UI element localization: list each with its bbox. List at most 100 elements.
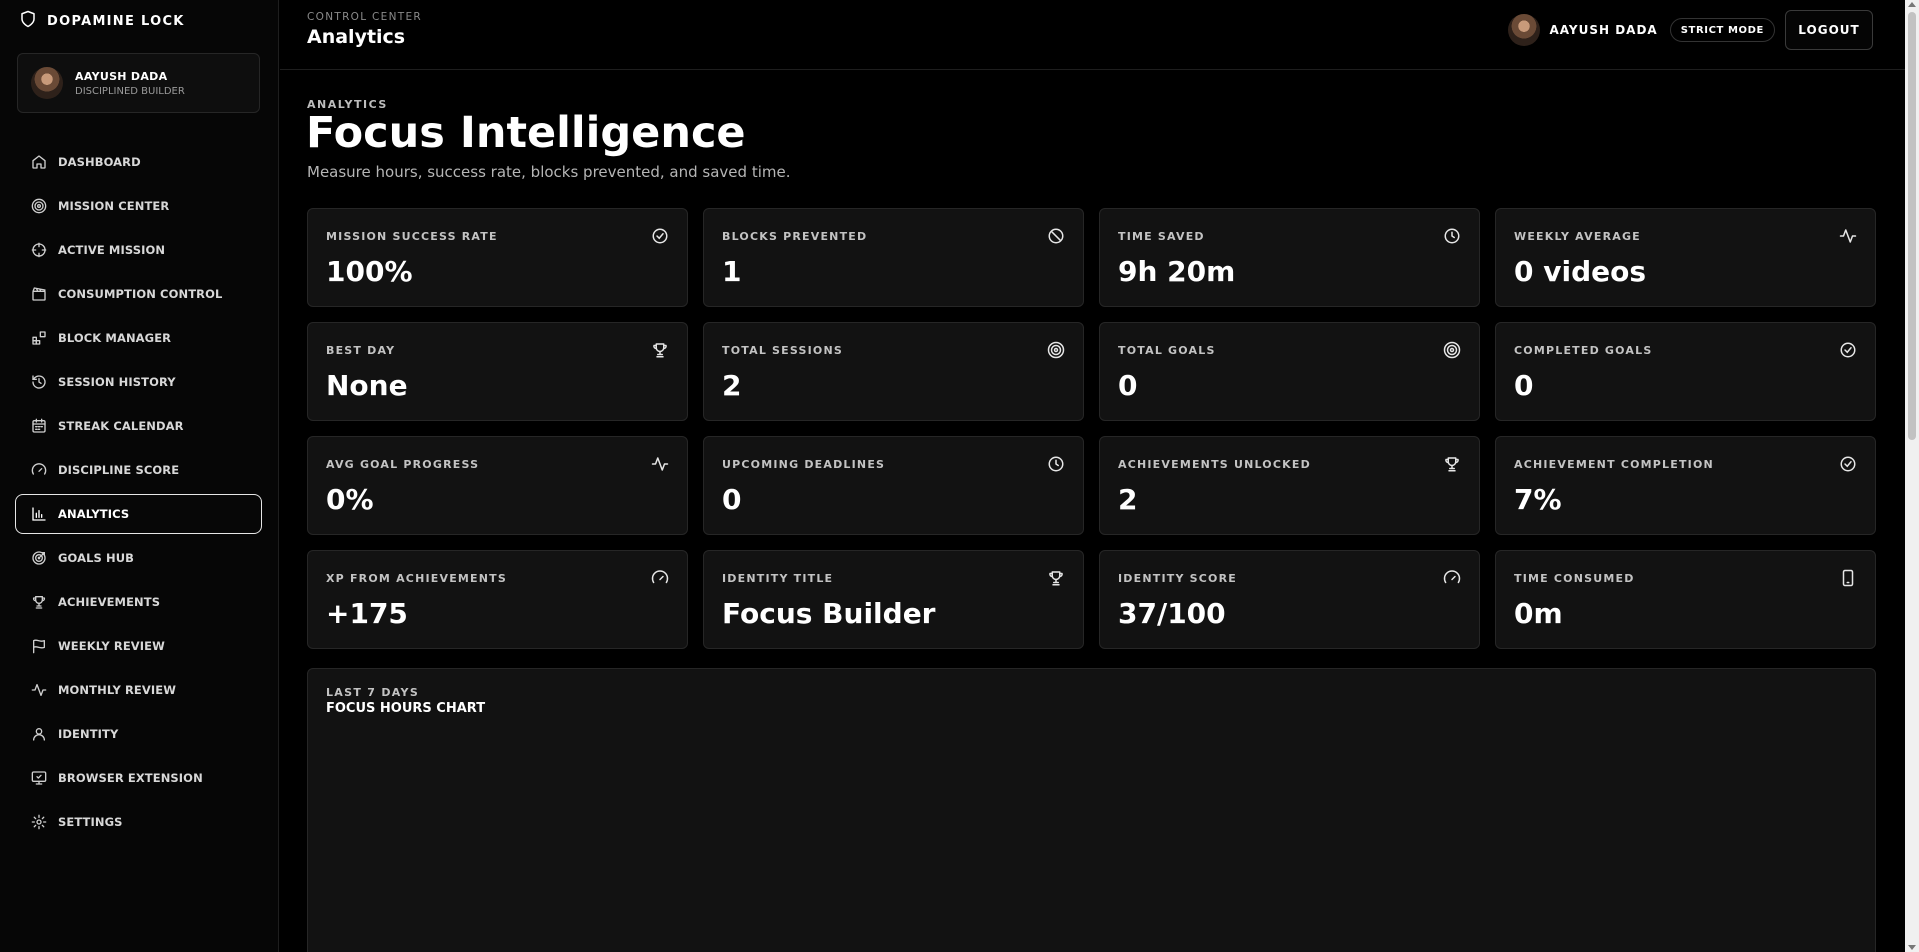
gauge-icon xyxy=(31,462,47,478)
avatar[interactable] xyxy=(1507,14,1540,46)
shield-icon xyxy=(19,10,37,32)
stat-card-upcoming-deadlines: UPCOMING DEADLINES 0 xyxy=(703,436,1084,535)
stat-card-identity-score: IDENTITY SCORE 37/100 xyxy=(1099,550,1480,649)
stat-value: 0m xyxy=(1514,597,1563,630)
sidebar-item-settings[interactable]: SETTINGS xyxy=(15,802,262,842)
stat-label: UPCOMING DEADLINES xyxy=(722,458,886,471)
sidebar-item-label: IDENTITY xyxy=(58,727,119,741)
sidebar-item-dashboard[interactable]: DASHBOARD xyxy=(15,142,262,182)
sidebar: DOPAMINE LOCK AAYUSH DADA DISCIPLINED BU… xyxy=(0,0,279,952)
target-icon xyxy=(1047,341,1065,359)
stat-label: MISSION SUCCESS RATE xyxy=(326,230,498,243)
sidebar-item-block-manager[interactable]: BLOCK MANAGER xyxy=(15,318,262,358)
scroll-thumb[interactable] xyxy=(1908,12,1916,440)
header-user-name: AAYUSH DADA xyxy=(1549,23,1658,37)
sidebar-item-identity[interactable]: IDENTITY xyxy=(15,714,262,754)
sidebar-item-weekly-review[interactable]: WEEKLY REVIEW xyxy=(15,626,262,666)
stat-label: BEST DAY xyxy=(326,344,396,357)
check-circle-icon xyxy=(651,227,669,245)
page-scrollbar[interactable] xyxy=(1905,0,1919,952)
goal-icon xyxy=(31,550,47,566)
sidebar-item-label: ACTIVE MISSION xyxy=(58,243,166,257)
check-circle-icon xyxy=(1839,455,1857,473)
stat-card-identity-title: IDENTITY TITLE Focus Builder xyxy=(703,550,1084,649)
logout-button[interactable]: LOGOUT xyxy=(1785,10,1873,50)
stat-card-total-goals: TOTAL GOALS 0 xyxy=(1099,322,1480,421)
scroll-down-arrow-icon[interactable] xyxy=(1908,945,1916,950)
sidebar-item-label: ANALYTICS xyxy=(58,507,130,521)
sidebar-user-card[interactable]: AAYUSH DADA DISCIPLINED BUILDER xyxy=(17,53,260,113)
sidebar-item-monthly-review[interactable]: MONTHLY REVIEW xyxy=(15,670,262,710)
stat-label: WEEKLY AVERAGE xyxy=(1514,230,1641,243)
stat-label: BLOCKS PREVENTED xyxy=(722,230,868,243)
chart-eyebrow: LAST 7 DAYS xyxy=(326,686,420,699)
trophy-icon xyxy=(1047,569,1065,587)
history-icon xyxy=(31,374,47,390)
smartphone-icon xyxy=(1839,569,1857,587)
crosshair-icon xyxy=(31,242,47,258)
sidebar-item-label: WEEKLY REVIEW xyxy=(58,639,165,653)
stat-value: 0 xyxy=(1514,369,1534,402)
stat-card-blocks-prevented: BLOCKS PREVENTED 1 xyxy=(703,208,1084,307)
avatar xyxy=(31,67,63,99)
stat-card-achievement-completion: ACHIEVEMENT COMPLETION 7% xyxy=(1495,436,1876,535)
stat-label: TOTAL SESSIONS xyxy=(722,344,844,357)
sidebar-item-consumption-control[interactable]: CONSUMPTION CONTROL xyxy=(15,274,262,314)
calendar-icon xyxy=(31,418,47,434)
sidebar-item-mission-center[interactable]: MISSION CENTER xyxy=(15,186,262,226)
sidebar-item-label: ACHIEVEMENTS xyxy=(58,595,161,609)
sidebar-item-analytics[interactable]: ANALYTICS xyxy=(15,494,262,534)
stat-value: 0% xyxy=(326,483,374,516)
sidebar-item-session-history[interactable]: SESSION HISTORY xyxy=(15,362,262,402)
user-icon xyxy=(31,726,47,742)
sidebar-item-streak-calendar[interactable]: STREAK CALENDAR xyxy=(15,406,262,446)
sidebar-item-label: CONSUMPTION CONTROL xyxy=(58,287,223,301)
header-actions: AAYUSH DADA STRICT MODE LOGOUT xyxy=(1507,10,1873,50)
page-title: Focus Intelligence xyxy=(306,108,746,158)
focus-hours-chart-card: LAST 7 DAYS FOCUS HOURS CHART xyxy=(307,668,1876,952)
stat-card-weekly-average: WEEKLY AVERAGE 0 videos xyxy=(1495,208,1876,307)
stat-card-xp-from-achievements: XP FROM ACHIEVEMENTS +175 xyxy=(307,550,688,649)
stat-card-best-day: BEST DAY None xyxy=(307,322,688,421)
gear-icon xyxy=(31,814,47,830)
trophy-icon xyxy=(651,341,669,359)
activity-icon xyxy=(1839,227,1857,245)
scroll-up-arrow-icon[interactable] xyxy=(1908,2,1916,7)
stat-card-time-consumed: TIME CONSUMED 0m xyxy=(1495,550,1876,649)
gauge-icon xyxy=(1443,569,1461,587)
sidebar-item-label: DISCIPLINE SCORE xyxy=(58,463,180,477)
sidebar-item-label: BLOCK MANAGER xyxy=(58,331,172,345)
monitor-check-icon xyxy=(31,770,47,786)
trophy-icon xyxy=(31,594,47,610)
home-icon xyxy=(31,154,47,170)
stat-card-time-saved: TIME SAVED 9h 20m xyxy=(1099,208,1480,307)
stat-label: TIME SAVED xyxy=(1118,230,1205,243)
top-header: CONTROL CENTER Analytics AAYUSH DADA STR… xyxy=(280,0,1905,70)
sidebar-item-discipline-score[interactable]: DISCIPLINE SCORE xyxy=(15,450,262,490)
stat-value: 9h 20m xyxy=(1118,255,1236,288)
stat-value: 7% xyxy=(1514,483,1562,516)
brand[interactable]: DOPAMINE LOCK xyxy=(19,10,185,32)
stat-value: Focus Builder xyxy=(722,597,936,630)
activity-icon xyxy=(31,682,47,698)
sidebar-item-label: SETTINGS xyxy=(58,815,123,829)
sidebar-item-achievements[interactable]: ACHIEVEMENTS xyxy=(15,582,262,622)
stat-value: 2 xyxy=(722,369,742,402)
stat-card-total-sessions: TOTAL SESSIONS 2 xyxy=(703,322,1084,421)
activity-icon xyxy=(651,455,669,473)
stat-label: ACHIEVEMENTS UNLOCKED xyxy=(1118,458,1311,471)
stat-label: IDENTITY TITLE xyxy=(722,572,834,585)
stat-value: 0 xyxy=(1118,369,1138,402)
check-circle-icon xyxy=(1839,341,1857,359)
sidebar-item-active-mission[interactable]: ACTIVE MISSION xyxy=(15,230,262,270)
breadcrumb: CONTROL CENTER xyxy=(307,11,422,23)
sidebar-item-label: DASHBOARD xyxy=(58,155,141,169)
stat-value: 100% xyxy=(326,255,413,288)
brand-name: DOPAMINE LOCK xyxy=(47,13,185,29)
stat-card-achievements-unlocked: ACHIEVEMENTS UNLOCKED 2 xyxy=(1099,436,1480,535)
header-title: Analytics xyxy=(307,26,406,48)
stat-value: 2 xyxy=(1118,483,1138,516)
clock-icon xyxy=(1047,455,1065,473)
sidebar-item-goals-hub[interactable]: GOALS HUB xyxy=(15,538,262,578)
sidebar-item-browser-extension[interactable]: BROWSER EXTENSION xyxy=(15,758,262,798)
